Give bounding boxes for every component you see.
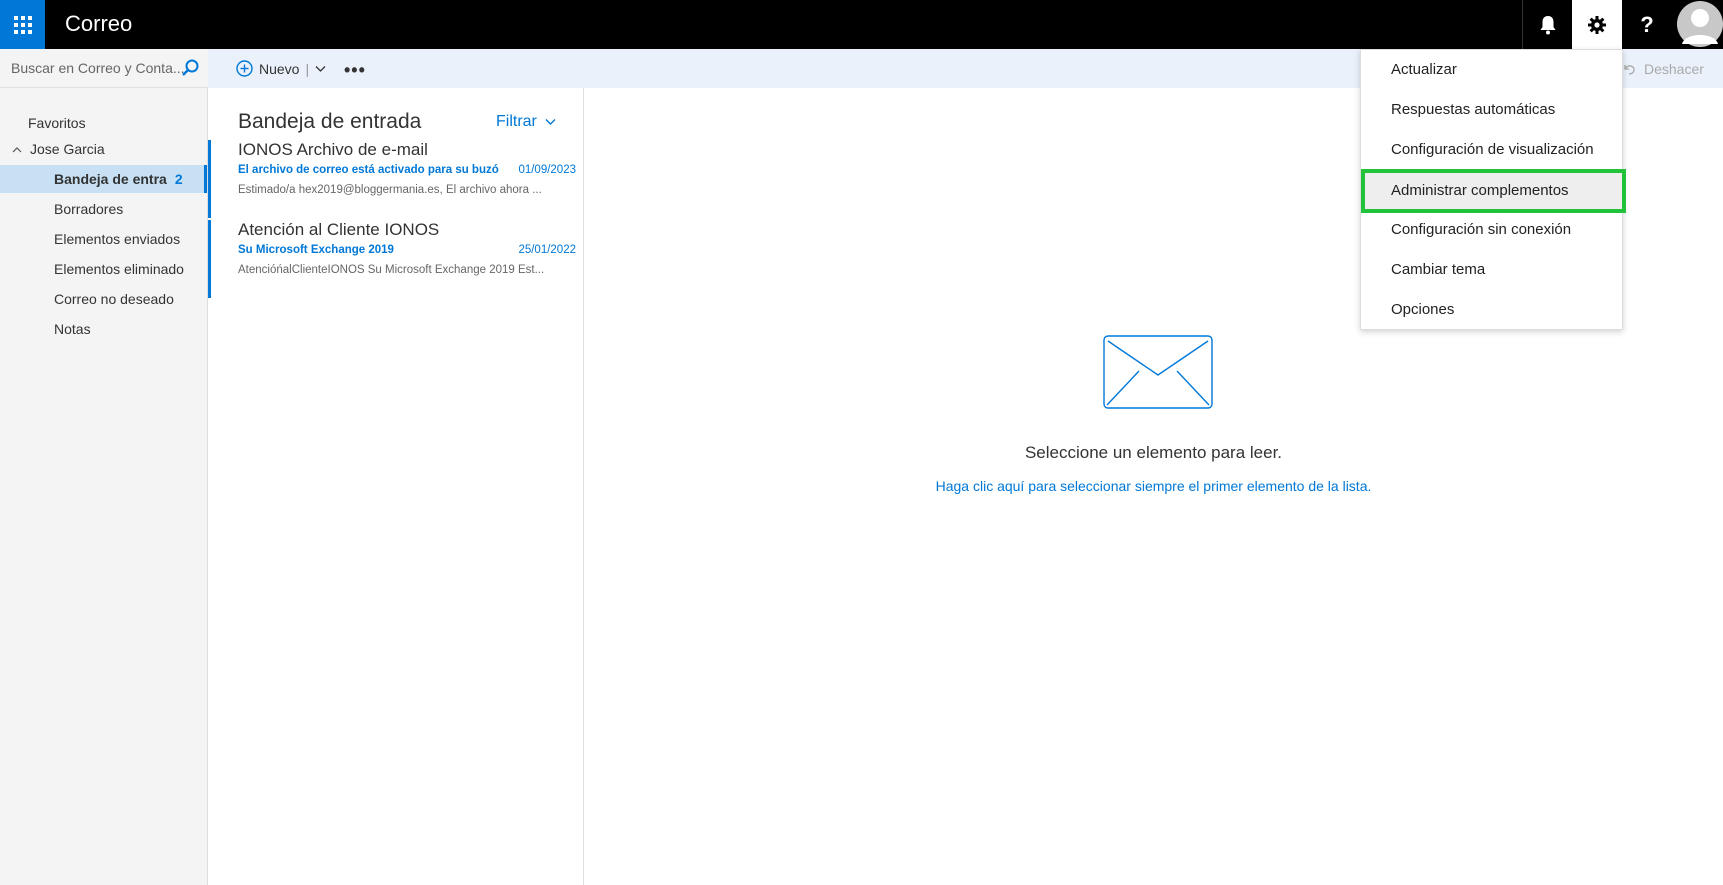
app-title: Correo bbox=[65, 11, 133, 36]
new-button-label: Nuevo bbox=[259, 60, 300, 77]
sidebar-item-label: Elementos eliminado bbox=[54, 261, 184, 277]
menu-item-automatic-replies[interactable]: Respuestas automáticas bbox=[1361, 91, 1624, 129]
sidebar-item-label: Correo no deseado bbox=[54, 291, 174, 307]
help-icon: ? bbox=[1640, 11, 1654, 37]
list-item[interactable]: Atención al Cliente IONOS Su Microsoft E… bbox=[208, 220, 583, 298]
sidebar-item-sent[interactable]: Elementos enviados bbox=[0, 225, 207, 253]
sidebar-item-deleted[interactable]: Elementos eliminado bbox=[0, 255, 207, 283]
top-bar: Correo ? bbox=[0, 0, 1723, 49]
menu-item-offline-settings[interactable]: Configuración sin conexión bbox=[1361, 211, 1624, 249]
list-title: Bandeja de entrada bbox=[238, 110, 422, 133]
notifications-button[interactable] bbox=[1522, 0, 1572, 49]
message-subject: Su Microsoft Exchange 2019 bbox=[238, 244, 394, 256]
search-box[interactable]: Buscar en Correo y Conta... bbox=[0, 49, 208, 88]
menu-item-manage-add-ins[interactable]: Administrar complementos bbox=[1361, 169, 1626, 213]
sidebar-item-notes[interactable]: Notas bbox=[0, 315, 207, 343]
menu-item-refresh[interactable]: Actualizar bbox=[1361, 51, 1624, 89]
bell-icon bbox=[1540, 15, 1555, 34]
new-separator: | bbox=[305, 60, 310, 77]
favorites-header[interactable]: Favoritos bbox=[28, 115, 86, 131]
message-subject: El archivo de correo está activado para … bbox=[238, 164, 499, 176]
more-actions-button[interactable]: ••• bbox=[344, 60, 366, 81]
avatar-icon bbox=[1677, 1, 1723, 47]
message-date: 01/09/2023 bbox=[518, 164, 576, 176]
undo-button[interactable]: Deshacer bbox=[1622, 61, 1704, 77]
settings-button[interactable] bbox=[1572, 0, 1622, 49]
sidebar-item-label: Elementos enviados bbox=[54, 231, 181, 247]
message-sender: Atención al Cliente IONOS bbox=[238, 220, 440, 239]
avatar[interactable] bbox=[1677, 0, 1723, 49]
envelope-icon bbox=[1103, 335, 1213, 409]
select-first-item-link[interactable]: Haga clic aquí para seleccionar siempre … bbox=[584, 478, 1723, 494]
menu-item-display-settings[interactable]: Configuración de visualización bbox=[1361, 131, 1624, 169]
settings-menu: Actualizar Respuestas automáticas Config… bbox=[1360, 49, 1626, 330]
sidebar-item-inbox[interactable]: Bandeja de entra 2 bbox=[0, 165, 207, 193]
message-sender: IONOS Archivo de e-mail bbox=[238, 140, 428, 159]
search-input[interactable]: Buscar en Correo y Conta... bbox=[11, 60, 185, 76]
waffle-icon bbox=[13, 15, 32, 34]
empty-reading-text: Seleccione un elemento para leer. bbox=[1024, 443, 1283, 462]
help-button[interactable]: ? bbox=[1622, 0, 1672, 49]
message-preview: Estimado/a hex2019@bloggermania.es, El a… bbox=[238, 184, 542, 196]
search-icon[interactable] bbox=[181, 59, 199, 77]
menu-item-options[interactable]: Opciones bbox=[1361, 291, 1624, 329]
filter-button[interactable]: Filtrar bbox=[496, 113, 556, 131]
sidebar-item-junk[interactable]: Correo no deseado bbox=[0, 285, 207, 313]
sidebar-item-label: Bandeja de entra bbox=[54, 171, 167, 187]
account-name: Jose Garcia bbox=[30, 141, 105, 157]
sidebar-item-label: Borradores bbox=[54, 201, 124, 217]
list-item[interactable]: IONOS Archivo de e-mail El archivo de co… bbox=[208, 140, 583, 218]
unread-count-badge: 2 bbox=[174, 171, 183, 187]
chevron-down-icon bbox=[545, 119, 556, 125]
new-button[interactable]: Nuevo | bbox=[236, 49, 326, 88]
menu-item-change-theme[interactable]: Cambiar tema bbox=[1361, 251, 1624, 289]
chevron-up-icon bbox=[12, 146, 22, 152]
account-header[interactable]: Jose Garcia bbox=[12, 141, 105, 157]
undo-icon bbox=[1624, 65, 1635, 75]
plus-circle-icon bbox=[236, 60, 253, 77]
folder-pane: Favoritos Jose Garcia Bandeja de entra 2 … bbox=[0, 88, 208, 885]
sidebar-item-label: Notas bbox=[54, 321, 91, 337]
message-preview: AtencióńalClienteIONOS Su Microsoft Exch… bbox=[238, 264, 545, 276]
message-list: Bandeja de entrada Filtrar IONOS Archivo… bbox=[208, 88, 584, 885]
gear-icon bbox=[1588, 15, 1606, 34]
chevron-down-icon[interactable] bbox=[315, 65, 326, 73]
message-date: 25/01/2022 bbox=[518, 244, 576, 256]
sidebar-item-drafts[interactable]: Borradores bbox=[0, 195, 207, 223]
filter-label: Filtrar bbox=[496, 113, 537, 130]
app-launcher-button[interactable] bbox=[0, 0, 45, 49]
undo-label: Deshacer bbox=[1644, 61, 1704, 77]
